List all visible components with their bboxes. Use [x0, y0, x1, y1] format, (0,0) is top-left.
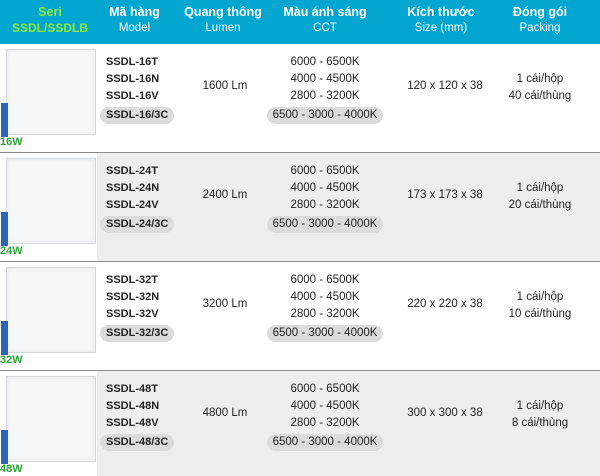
lumen-value: 4800 Lm: [202, 407, 248, 419]
cct-3c-value: 6500 - 3000 - 4000K: [266, 107, 384, 124]
led-panel-image: [1, 158, 96, 246]
header-model-title: Mã hàng: [109, 5, 160, 19]
model-code: SSDL-24N: [106, 182, 160, 194]
lumen-value: 3200 Lm: [202, 298, 248, 310]
seri-label: Seri: [38, 5, 62, 19]
table-header: Seri SSDL/SSDLB Mã hàng Model Quang thôn…: [0, 0, 600, 44]
cct-list: 6000 - 6500K 4000 - 4500K 2800 - 3200K 6…: [258, 272, 392, 342]
cct-value: 6000 - 6500K: [290, 274, 360, 286]
wattage-label: 32W: [0, 354, 23, 366]
model-code-3c: SSDL-32/3C: [100, 325, 175, 342]
wattage-label: 48W: [0, 463, 23, 475]
header-cct: Màu ánh sáng CCT: [270, 5, 380, 36]
cct-value: 2800 - 3200K: [290, 199, 360, 211]
model-code: SSDL-48V: [106, 417, 159, 429]
packing-info: 1 cái/hộp 40 cái/thùng: [492, 71, 588, 105]
packing-box: 1 cái/hộp: [516, 400, 564, 412]
table-row: 24W SSDL-24T SSDL-24N SSDL-24V SSDL-24/3…: [0, 153, 600, 261]
model-code-3c: SSDL-16/3C: [100, 107, 175, 124]
model-code-3c: SSDL-48/3C: [100, 434, 175, 451]
header-size: Kích thước Size (mm): [400, 5, 482, 36]
header-packing-title: Đóng gói: [512, 5, 568, 19]
header-model-sub: Model: [118, 22, 151, 34]
cct-value: 2800 - 3200K: [290, 417, 360, 429]
model-code: SSDL-16V: [106, 90, 159, 102]
lumen-value: 2400 Lm: [202, 189, 248, 201]
model-code: SSDL-32V: [106, 308, 159, 320]
wattage-label: 16W: [0, 136, 23, 148]
cct-value: 2800 - 3200K: [290, 308, 360, 320]
packing-carton: 20 cái/thùng: [508, 199, 572, 211]
model-code-3c: SSDL-24/3C: [100, 216, 175, 233]
model-list: SSDL-32T SSDL-32N SSDL-32V SSDL-32/3C: [100, 272, 196, 342]
size-value: 120 x 120 x 38: [407, 80, 483, 92]
cct-value: 6000 - 6500K: [290, 56, 360, 68]
model-list: SSDL-24T SSDL-24N SSDL-24V SSDL-24/3C: [100, 163, 196, 233]
header-size-title: Kích thước: [407, 5, 475, 19]
table-row: 48W SSDL-48T SSDL-48N SSDL-48V SSDL-48/3…: [0, 371, 600, 476]
cct-value: 4000 - 4500K: [290, 182, 360, 194]
header-lumen-sub: Lumen: [205, 22, 241, 34]
model-code: SSDL-16N: [106, 73, 160, 85]
model-code: SSDL-48T: [106, 383, 158, 395]
packing-carton: 8 cái/thùng: [511, 417, 569, 429]
cct-3c-value: 6500 - 3000 - 4000K: [266, 216, 384, 233]
header-cct-title: Màu ánh sáng: [283, 5, 367, 19]
model-code: SSDL-24V: [106, 199, 159, 211]
packing-carton: 40 cái/thùng: [508, 90, 572, 102]
packing-info: 1 cái/hộp 8 cái/thùng: [492, 398, 588, 432]
packing-carton: 10 cái/thùng: [508, 308, 572, 320]
header-size-sub: Size (mm): [414, 22, 468, 34]
size-value: 300 x 300 x 38: [407, 407, 483, 419]
model-list: SSDL-48T SSDL-48N SSDL-48V SSDL-48/3C: [100, 381, 196, 451]
packing-info: 1 cái/hộp 20 cái/thùng: [492, 180, 588, 214]
cct-value: 4000 - 4500K: [290, 400, 360, 412]
size-value: 220 x 220 x 38: [407, 298, 483, 310]
seri-value: SSDL/SSDLB: [11, 21, 88, 35]
cct-list: 6000 - 6500K 4000 - 4500K 2800 - 3200K 6…: [258, 381, 392, 451]
packing-info: 1 cái/hộp 10 cái/thùng: [492, 289, 588, 323]
cct-value: 6000 - 6500K: [290, 383, 360, 395]
led-panel-image: [1, 376, 96, 464]
cct-value: 4000 - 4500K: [290, 73, 360, 85]
spec-table: Seri SSDL/SSDLB Mã hàng Model Quang thôn…: [0, 0, 600, 476]
cct-value: 2800 - 3200K: [290, 90, 360, 102]
table-row: 16W SSDL-16T SSDL-16N SSDL-16V SSDL-16/3…: [0, 44, 600, 152]
led-panel-image: [1, 49, 96, 137]
lumen-value: 1600 Lm: [202, 80, 248, 92]
model-code: SSDL-48N: [106, 400, 160, 412]
cct-list: 6000 - 6500K 4000 - 4500K 2800 - 3200K 6…: [258, 54, 392, 124]
model-code: SSDL-16T: [106, 56, 158, 68]
header-seri: Seri SSDL/SSDLB: [0, 5, 100, 36]
model-list: SSDL-16T SSDL-16N SSDL-16V SSDL-16/3C: [100, 54, 196, 124]
cct-value: 6000 - 6500K: [290, 165, 360, 177]
size-value: 173 x 173 x 38: [407, 189, 483, 201]
wattage-label: 24W: [0, 245, 23, 257]
header-packing: Đóng gói Packing: [500, 5, 580, 36]
header-cct-sub: CCT: [313, 22, 337, 34]
packing-box: 1 cái/hộp: [516, 291, 564, 303]
packing-box: 1 cái/hộp: [516, 73, 564, 85]
cct-value: 4000 - 4500K: [290, 291, 360, 303]
model-code: SSDL-24T: [106, 165, 158, 177]
cct-list: 6000 - 6500K 4000 - 4500K 2800 - 3200K 6…: [258, 163, 392, 233]
table-row: 32W SSDL-32T SSDL-32N SSDL-32V SSDL-32/3…: [0, 262, 600, 370]
cct-3c-value: 6500 - 3000 - 4000K: [266, 325, 384, 342]
cct-3c-value: 6500 - 3000 - 4000K: [266, 434, 384, 451]
header-lumen: Quang thông Lumen: [180, 5, 266, 36]
header-packing-sub: Packing: [519, 22, 561, 34]
packing-box: 1 cái/hộp: [516, 182, 564, 194]
led-panel-image: [1, 267, 96, 355]
header-lumen-title: Quang thông: [184, 5, 262, 19]
model-code: SSDL-32T: [106, 274, 158, 286]
header-model: Mã hàng Model: [97, 5, 172, 36]
model-code: SSDL-32N: [106, 291, 160, 303]
